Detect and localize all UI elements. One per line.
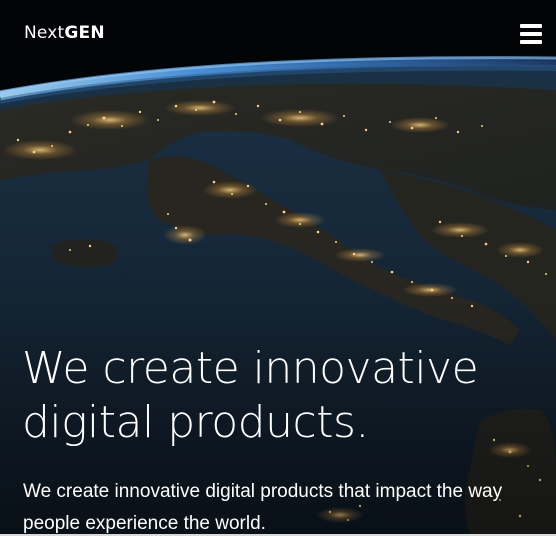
logo-bold-text: GEN [64, 23, 105, 43]
hero-subheadline: We create innovative digital products th… [23, 481, 503, 534]
hamburger-menu-icon[interactable] [520, 24, 542, 44]
earth-night-background-image [0, 0, 556, 536]
logo-light-text: Next [24, 23, 65, 43]
brand-logo[interactable]: NextGEN [24, 22, 105, 44]
hero-headline: We create innovative digital products. [22, 343, 479, 448]
top-navigation: NextGEN [0, 0, 556, 66]
menu-bar [520, 24, 542, 28]
hero-section: NextGEN We create innovative digital pro… [0, 0, 556, 536]
menu-bar [520, 40, 542, 44]
menu-bar [520, 32, 542, 36]
